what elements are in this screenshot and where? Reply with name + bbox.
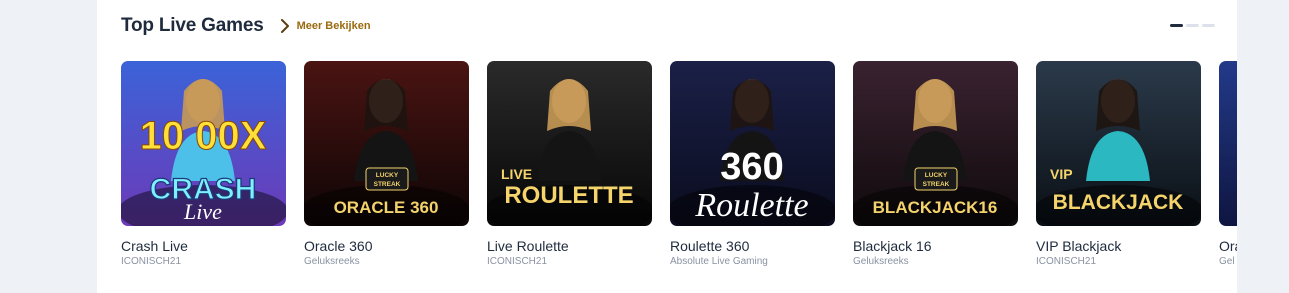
game-thumbnail[interactable]: 10 00X CRASH Live (121, 61, 286, 226)
game-card[interactable]: VIP BLACKJACK VIP Blackjack ICONISCH21 (1036, 61, 1201, 267)
game-logo-sub: Live (183, 199, 222, 224)
game-name[interactable]: VIP Blackjack (1036, 238, 1121, 254)
game-thumbnail[interactable]: LUCKY STREAK ORACLE 360 (304, 61, 469, 226)
chevron-right-icon (280, 19, 289, 33)
lucky-streak-badge: LUCKY STREAK (365, 167, 409, 191)
svg-text:STREAK: STREAK (923, 181, 950, 188)
game-name[interactable]: Crash Live (121, 238, 188, 254)
carousel-pager[interactable] (1170, 24, 1215, 27)
game-name[interactable]: Live Roulette (487, 238, 569, 254)
game-provider: Geluksreeks (853, 256, 909, 267)
game-thumbnail[interactable]: LUCKY STREAK BLACKJACK16 (853, 61, 1018, 226)
game-logo: 360 (720, 146, 783, 188)
game-thumbnail[interactable]: 360 Roulette (670, 61, 835, 226)
game-thumbnail[interactable] (1219, 61, 1237, 226)
game-thumbnail[interactable]: LIVE ROULETTE (487, 61, 652, 226)
game-name[interactable]: Ora (1219, 238, 1237, 254)
game-logo: ROULETTE (504, 182, 633, 209)
game-provider: Absolute Live Gaming (670, 256, 768, 267)
lucky-streak-badge: LUCKY STREAK (914, 167, 958, 191)
game-thumbnail[interactable]: VIP BLACKJACK (1036, 61, 1201, 226)
game-provider: ICONISCH21 (1036, 256, 1097, 267)
pager-dot[interactable] (1170, 24, 1183, 27)
see-more-label: Meer Bekijken (296, 20, 371, 32)
see-more-link[interactable]: Meer Bekijken (280, 19, 371, 33)
game-logo: ORACLE 360 (334, 198, 439, 217)
game-logo: BLACKJACK (1053, 191, 1184, 214)
game-provider: Gel (1219, 256, 1235, 267)
top-live-games-section: Top Live Games Meer Bekijken 10 00X CRASH… (97, 0, 1237, 293)
multiplier-text: 10 00X (140, 114, 267, 158)
game-name[interactable]: Oracle 360 (304, 238, 372, 254)
game-logo: BLACKJACK16 (873, 198, 998, 217)
game-logo-sub: LIVE (501, 166, 532, 182)
game-logo-sub: VIP (1050, 166, 1073, 182)
section-header: Top Live Games Meer Bekijken (121, 14, 371, 38)
svg-text:LUCKY: LUCKY (376, 172, 399, 179)
game-provider: ICONISCH21 (487, 256, 548, 267)
section-title: Top Live Games (121, 15, 264, 36)
game-provider: Geluksreeks (304, 256, 360, 267)
game-card[interactable]: LIVE ROULETTE Live Roulette ICONISCH21 (487, 61, 652, 267)
game-card[interactable]: 360 Roulette Roulette 360 Absolute Live Gam… (670, 61, 835, 267)
game-card[interactable]: LUCKY STREAK BLACKJACK16 Blackjack 16 Geluks… (853, 61, 1018, 267)
pager-dot[interactable] (1202, 24, 1215, 27)
game-logo-sub: Roulette (694, 187, 808, 224)
game-provider: ICONISCH21 (121, 256, 182, 267)
game-name[interactable]: Blackjack 16 (853, 238, 932, 254)
game-card[interactable]: 10 00X CRASH Live Crash Live ICONISCH21 (121, 61, 286, 267)
svg-text:LUCKY: LUCKY (925, 172, 948, 179)
game-card[interactable]: Ora Gel (1219, 61, 1237, 267)
svg-text:STREAK: STREAK (374, 181, 401, 188)
game-name[interactable]: Roulette 360 (670, 238, 749, 254)
pager-dot[interactable] (1186, 24, 1199, 27)
game-card[interactable]: LUCKY STREAK ORACLE 360 Oracle 360 Geluksree… (304, 61, 469, 267)
